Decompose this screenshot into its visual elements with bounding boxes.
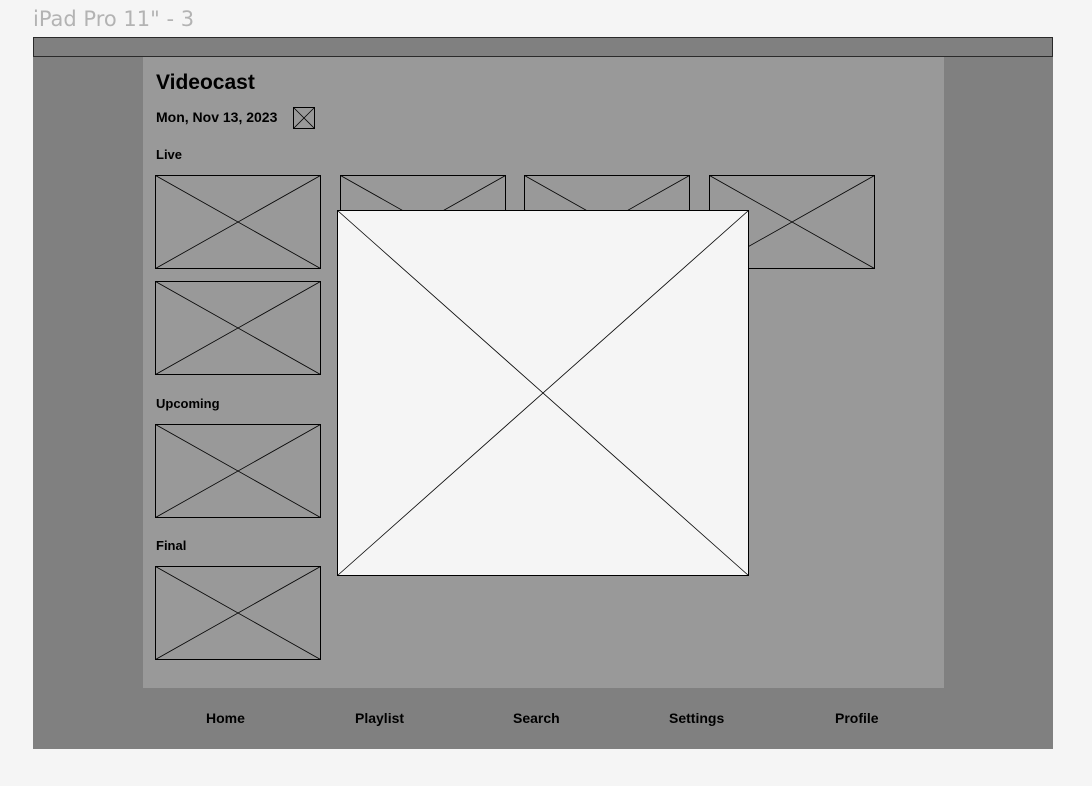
ipad-frame: Videocast Mon, Nov 13, 2023 Live Upcomin… bbox=[33, 37, 1053, 749]
page-title: Videocast bbox=[156, 71, 255, 94]
main-content: Videocast Mon, Nov 13, 2023 Live Upcomin… bbox=[143, 57, 944, 688]
date-label: Mon, Nov 13, 2023 bbox=[156, 109, 278, 125]
nav-profile[interactable]: Profile bbox=[835, 710, 879, 726]
nav-playlist[interactable]: Playlist bbox=[355, 710, 404, 726]
live-thumbnail[interactable] bbox=[155, 175, 321, 269]
nav-settings[interactable]: Settings bbox=[669, 710, 724, 726]
section-label-final: Final bbox=[156, 538, 187, 553]
nav-search[interactable]: Search bbox=[513, 710, 560, 726]
calendar-icon[interactable] bbox=[293, 107, 315, 129]
final-thumbnail[interactable] bbox=[155, 566, 321, 660]
video-player-placeholder[interactable] bbox=[337, 210, 749, 576]
bottom-nav: Home Playlist Search Settings Profile bbox=[33, 710, 1053, 730]
live-thumbnail[interactable] bbox=[155, 281, 321, 375]
nav-home[interactable]: Home bbox=[206, 710, 245, 726]
frame-label: iPad Pro 11" - 3 bbox=[33, 7, 195, 31]
upcoming-thumbnail[interactable] bbox=[155, 424, 321, 518]
section-label-live: Live bbox=[156, 147, 183, 162]
status-bar bbox=[33, 37, 1053, 57]
section-label-upcoming: Upcoming bbox=[156, 396, 220, 411]
